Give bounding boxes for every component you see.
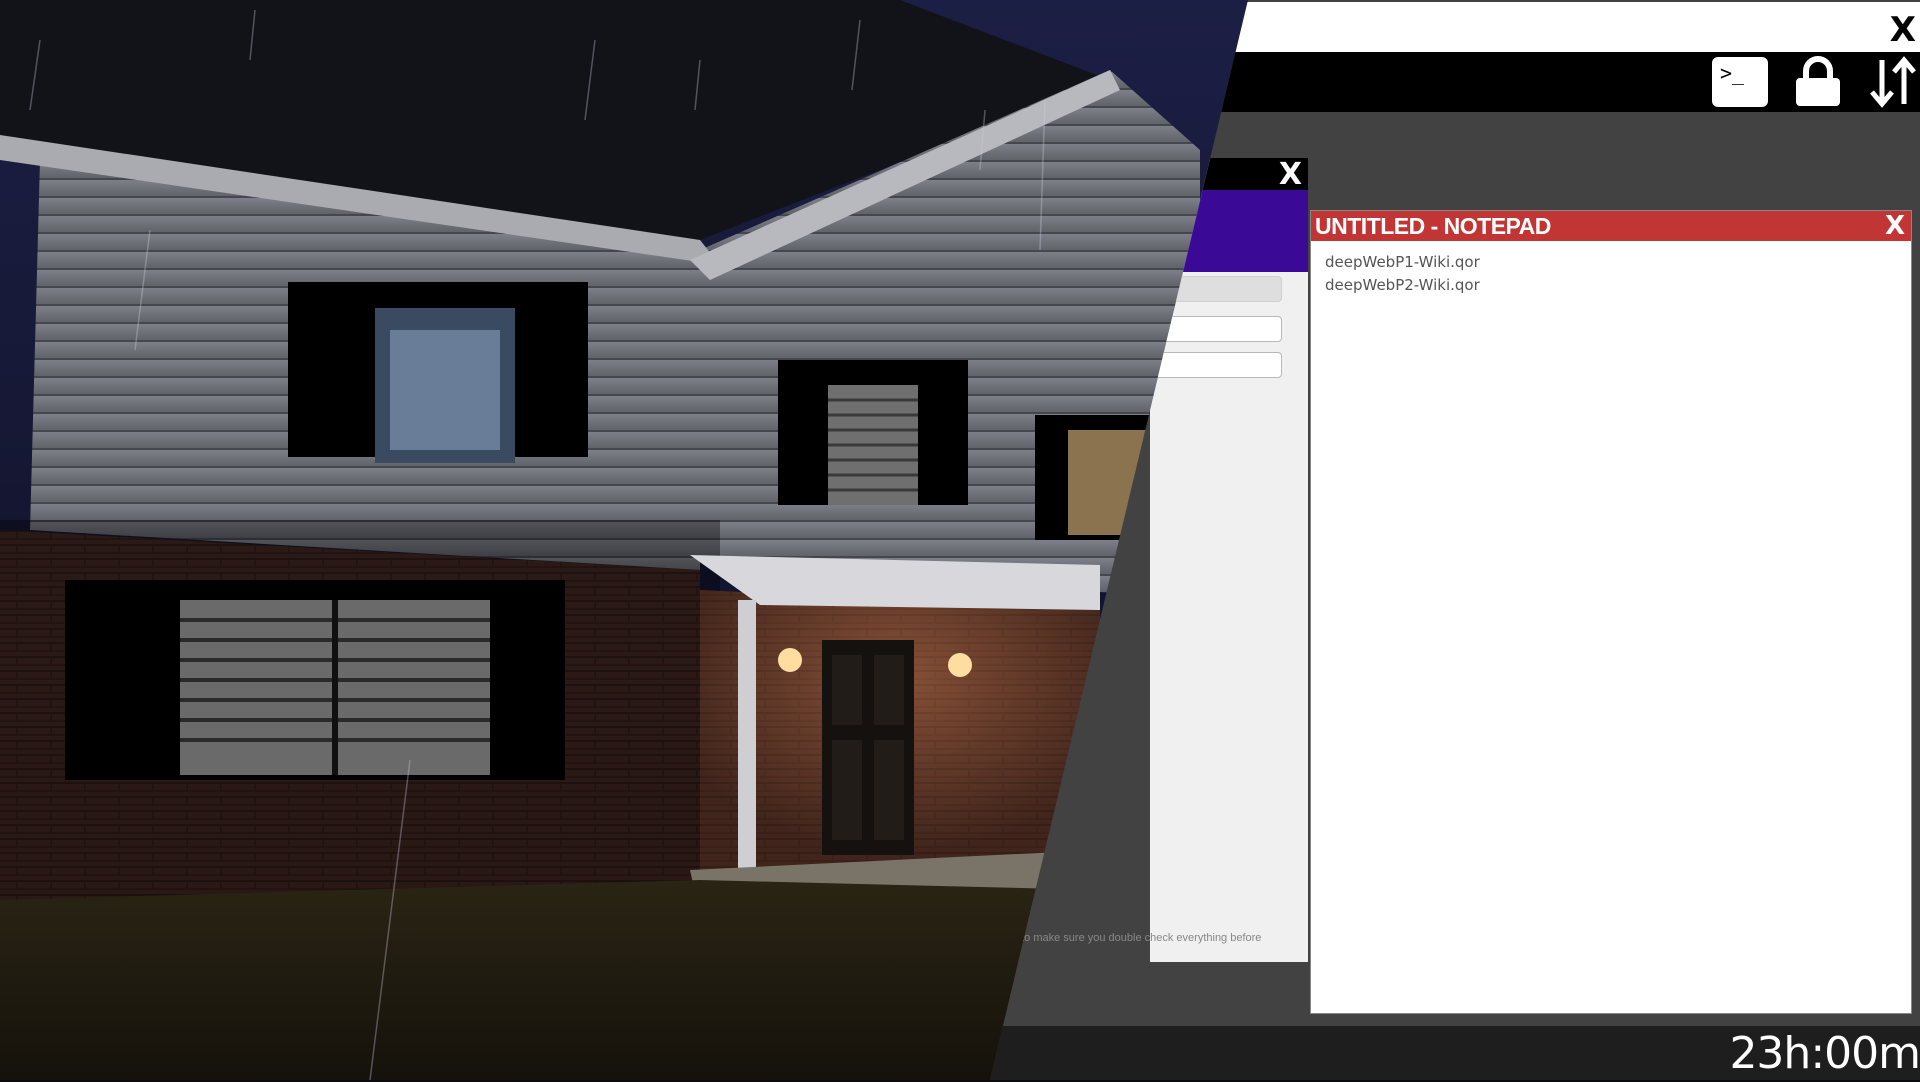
notepad-line: deepWebP1-Wiki.qor [1325,253,1480,271]
notepad-text-area[interactable]: deepWebP1-Wiki.qor deepWebP2-Wiki.qor [1325,251,1895,297]
browser-top-bar: X [1230,2,1920,52]
notepad-titlebar[interactable]: UNTITLED - NOTEPAD X [1311,211,1911,241]
notepad-line: deepWebP2-Wiki.qor [1325,276,1480,294]
taskbar: >_ [1180,52,1920,112]
notepad-close-button[interactable]: X [1885,211,1905,241]
top-close-button[interactable]: X [1890,10,1916,50]
game-clock: 23h:00m [1729,1028,1920,1079]
sort-icon[interactable] [1866,56,1920,108]
notepad-window: UNTITLED - NOTEPAD X deepWebP1-Wiki.qor … [1310,210,1912,1014]
dialog-input-2[interactable] [1150,352,1282,378]
dialog-close-button[interactable]: X [1279,159,1302,191]
notepad-title: UNTITLED - NOTEPAD [1315,213,1551,239]
lock-icon[interactable] [1792,56,1844,108]
terminal-icon[interactable]: >_ [1712,57,1768,107]
clock-strip: 23h:00m [990,1026,1920,1080]
